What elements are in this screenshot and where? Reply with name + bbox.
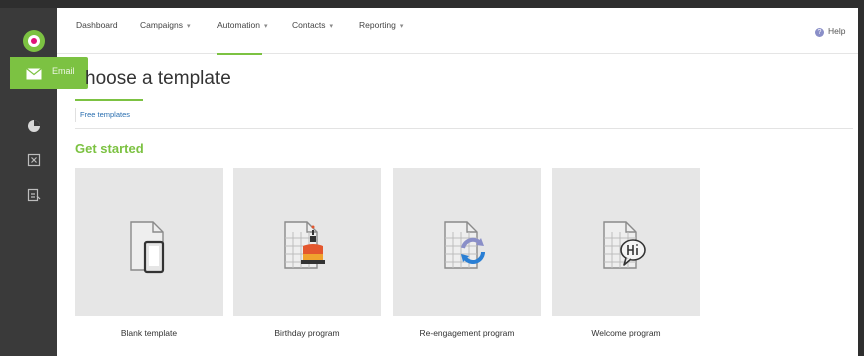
- help-icon: ?: [815, 28, 824, 37]
- chevron-down-icon: ▾: [399, 23, 404, 30]
- section-title: Get started: [75, 141, 144, 156]
- window-right-frame: [858, 0, 864, 356]
- template-card-welcome[interactable]: Welcome program: [552, 168, 700, 354]
- nav-contacts-label: Contacts: [292, 20, 326, 30]
- template-name: Welcome program: [591, 328, 661, 338]
- blank-template-icon: [130, 221, 165, 274]
- template-card-birthday[interactable]: Birthday program: [233, 168, 381, 354]
- tab-bar-line: [75, 128, 853, 129]
- title-underline: [75, 99, 143, 101]
- nav-dashboard[interactable]: Dashboard: [76, 20, 118, 30]
- template-name: Re-engagement program: [419, 328, 515, 338]
- window-top-frame: [0, 0, 864, 8]
- tab-divider: [75, 108, 76, 122]
- email-nav-label: Email: [52, 66, 75, 76]
- template-name: Blank template: [120, 328, 178, 338]
- nav-active-indicator: [217, 53, 262, 55]
- app-logo[interactable]: [23, 30, 45, 52]
- envelope-icon: [26, 67, 42, 80]
- chevron-down-icon: ▾: [329, 23, 334, 30]
- template-thumbnail: [393, 168, 541, 316]
- template-thumbnail: [75, 168, 223, 316]
- tab-free-templates[interactable]: Free templates: [80, 110, 130, 119]
- analytics-pie-icon[interactable]: [27, 119, 41, 133]
- template-name: Birthday program: [274, 328, 340, 338]
- welcome-program-icon: [603, 221, 646, 269]
- template-thumbnail: [233, 168, 381, 316]
- nav-campaigns[interactable]: Campaigns ▾: [140, 20, 191, 30]
- nav-dashboard-label: Dashboard: [76, 20, 118, 30]
- nav-automation-label: Automation: [217, 20, 260, 30]
- nav-automation[interactable]: Automation ▾: [217, 20, 268, 30]
- forms-icon[interactable]: [27, 153, 41, 167]
- reports-icon[interactable]: [27, 188, 41, 202]
- nav-campaigns-label: Campaigns: [140, 20, 183, 30]
- top-nav: [57, 8, 858, 54]
- template-thumbnail: [552, 168, 700, 316]
- help-label: Help: [828, 26, 846, 36]
- nav-reporting-label: Reporting: [359, 20, 396, 30]
- template-card-reengagement[interactable]: Re-engagement program: [393, 168, 541, 354]
- chevron-down-icon: ▾: [264, 23, 268, 30]
- help-link[interactable]: ? Help: [815, 26, 845, 37]
- template-card-blank[interactable]: Blank template: [75, 168, 223, 354]
- nav-reporting[interactable]: Reporting ▾: [359, 20, 403, 30]
- birthday-program-icon: [284, 221, 325, 269]
- re-engagement-icon: [444, 221, 485, 269]
- nav-contacts[interactable]: Contacts ▾: [292, 20, 333, 30]
- chevron-down-icon: ▾: [187, 23, 191, 30]
- page-title: hoose a template: [85, 68, 231, 89]
- email-nav-item[interactable]: Email: [10, 57, 88, 89]
